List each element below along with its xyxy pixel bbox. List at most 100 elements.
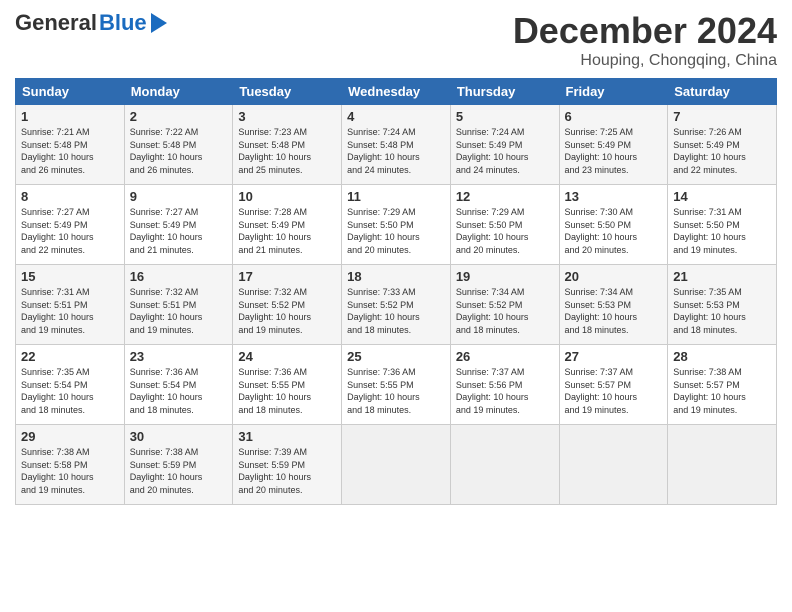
month-title: December 2024 xyxy=(513,10,777,52)
col-monday: Monday xyxy=(124,79,233,105)
day-info: Sunrise: 7:22 AMSunset: 5:48 PMDaylight:… xyxy=(130,126,228,176)
calendar-day-cell: 9 Sunrise: 7:27 AMSunset: 5:49 PMDaylight… xyxy=(124,185,233,265)
calendar-day-cell: 23 Sunrise: 7:36 AMSunset: 5:54 PMDayligh… xyxy=(124,345,233,425)
calendar-day-cell: 11Sunrise: 7:29 AMSunset: 5:50 PMDayligh… xyxy=(342,185,451,265)
day-number: 22 xyxy=(21,349,119,364)
day-info: Sunrise: 7:29 AMSunset: 5:50 PMDaylight:… xyxy=(456,206,554,256)
day-number: 7 xyxy=(673,109,771,124)
calendar-day-cell: 24 Sunrise: 7:36 AMSunset: 5:55 PMDayligh… xyxy=(233,345,342,425)
day-number: 23 xyxy=(130,349,228,364)
col-wednesday: Wednesday xyxy=(342,79,451,105)
col-tuesday: Tuesday xyxy=(233,79,342,105)
day-number: 12 xyxy=(456,189,554,204)
calendar-week-row: 15 Sunrise: 7:31 AMSunset: 5:51 PMDayligh… xyxy=(16,265,777,345)
day-number: 15 xyxy=(21,269,119,284)
day-info: Sunrise: 7:30 AMSunset: 5:50 PMDaylight:… xyxy=(565,206,663,256)
day-number: 3 xyxy=(238,109,336,124)
calendar-day-cell: 29Sunrise: 7:38 AMSunset: 5:58 PMDayligh… xyxy=(16,425,125,505)
day-info: Sunrise: 7:37 AMSunset: 5:57 PMDaylight:… xyxy=(565,366,663,416)
calendar-day-cell xyxy=(450,425,559,505)
logo-general-text: General xyxy=(15,10,97,36)
day-info: Sunrise: 7:38 AMSunset: 5:59 PMDaylight:… xyxy=(130,446,228,496)
day-info: Sunrise: 7:31 AMSunset: 5:51 PMDaylight:… xyxy=(21,286,119,336)
day-number: 17 xyxy=(238,269,336,284)
day-number: 21 xyxy=(673,269,771,284)
day-info: Sunrise: 7:34 AMSunset: 5:52 PMDaylight:… xyxy=(456,286,554,336)
calendar-day-cell: 28 Sunrise: 7:38 AMSunset: 5:57 PMDayligh… xyxy=(668,345,777,425)
col-sunday: Sunday xyxy=(16,79,125,105)
calendar-day-cell: 14 Sunrise: 7:31 AMSunset: 5:50 PMDayligh… xyxy=(668,185,777,265)
day-number: 24 xyxy=(238,349,336,364)
logo-arrow-icon xyxy=(151,13,167,33)
day-info: Sunrise: 7:27 AMSunset: 5:49 PMDaylight:… xyxy=(21,206,119,256)
calendar-day-cell: 2 Sunrise: 7:22 AMSunset: 5:48 PMDaylight… xyxy=(124,105,233,185)
calendar-day-cell: 4 Sunrise: 7:24 AMSunset: 5:48 PMDaylight… xyxy=(342,105,451,185)
calendar-day-cell: 17 Sunrise: 7:32 AMSunset: 5:52 PMDayligh… xyxy=(233,265,342,345)
day-number: 16 xyxy=(130,269,228,284)
calendar-day-cell: 12 Sunrise: 7:29 AMSunset: 5:50 PMDayligh… xyxy=(450,185,559,265)
day-info: Sunrise: 7:28 AMSunset: 5:49 PMDaylight:… xyxy=(238,206,336,256)
calendar-day-cell: 21 Sunrise: 7:35 AMSunset: 5:53 PMDayligh… xyxy=(668,265,777,345)
day-info: Sunrise: 7:25 AMSunset: 5:49 PMDaylight:… xyxy=(565,126,663,176)
calendar-day-cell: 8Sunrise: 7:27 AMSunset: 5:49 PMDaylight… xyxy=(16,185,125,265)
calendar-day-cell: 19 Sunrise: 7:34 AMSunset: 5:52 PMDayligh… xyxy=(450,265,559,345)
calendar-week-row: 1 Sunrise: 7:21 AMSunset: 5:48 PMDaylight… xyxy=(16,105,777,185)
day-info: Sunrise: 7:31 AMSunset: 5:50 PMDaylight:… xyxy=(673,206,771,256)
day-info: Sunrise: 7:38 AMSunset: 5:58 PMDaylight:… xyxy=(21,446,119,496)
day-number: 26 xyxy=(456,349,554,364)
header: General Blue December 2024 Houping, Chon… xyxy=(15,10,777,70)
calendar-week-row: 22Sunrise: 7:35 AMSunset: 5:54 PMDayligh… xyxy=(16,345,777,425)
title-section: December 2024 Houping, Chongqing, China xyxy=(513,10,777,70)
location-subtitle: Houping, Chongqing, China xyxy=(513,52,777,70)
calendar-table: Sunday Monday Tuesday Wednesday Thursday… xyxy=(15,78,777,505)
calendar-day-cell xyxy=(342,425,451,505)
day-info: Sunrise: 7:35 AMSunset: 5:53 PMDaylight:… xyxy=(673,286,771,336)
day-number: 2 xyxy=(130,109,228,124)
col-saturday: Saturday xyxy=(668,79,777,105)
day-info: Sunrise: 7:36 AMSunset: 5:55 PMDaylight:… xyxy=(238,366,336,416)
day-info: Sunrise: 7:33 AMSunset: 5:52 PMDaylight:… xyxy=(347,286,445,336)
calendar-day-cell: 7Sunrise: 7:26 AMSunset: 5:49 PMDaylight… xyxy=(668,105,777,185)
calendar-day-cell xyxy=(668,425,777,505)
calendar-day-cell: 5 Sunrise: 7:24 AMSunset: 5:49 PMDaylight… xyxy=(450,105,559,185)
calendar-day-cell: 16Sunrise: 7:32 AMSunset: 5:51 PMDayligh… xyxy=(124,265,233,345)
day-info: Sunrise: 7:32 AMSunset: 5:52 PMDaylight:… xyxy=(238,286,336,336)
day-number: 10 xyxy=(238,189,336,204)
calendar-day-cell: 10 Sunrise: 7:28 AMSunset: 5:49 PMDayligh… xyxy=(233,185,342,265)
logo: General Blue xyxy=(15,10,167,36)
day-info: Sunrise: 7:24 AMSunset: 5:48 PMDaylight:… xyxy=(347,126,445,176)
day-number: 11 xyxy=(347,189,445,204)
day-info: Sunrise: 7:23 AMSunset: 5:48 PMDaylight:… xyxy=(238,126,336,176)
day-number: 1 xyxy=(21,109,119,124)
day-number: 19 xyxy=(456,269,554,284)
calendar-week-row: 29Sunrise: 7:38 AMSunset: 5:58 PMDayligh… xyxy=(16,425,777,505)
day-number: 14 xyxy=(673,189,771,204)
calendar-day-cell: 22Sunrise: 7:35 AMSunset: 5:54 PMDayligh… xyxy=(16,345,125,425)
page-container: General Blue December 2024 Houping, Chon… xyxy=(0,0,792,612)
day-number: 9 xyxy=(130,189,228,204)
day-number: 31 xyxy=(238,429,336,444)
day-number: 5 xyxy=(456,109,554,124)
calendar-day-cell: 30Sunrise: 7:38 AMSunset: 5:59 PMDayligh… xyxy=(124,425,233,505)
day-number: 28 xyxy=(673,349,771,364)
col-thursday: Thursday xyxy=(450,79,559,105)
col-friday: Friday xyxy=(559,79,668,105)
day-number: 27 xyxy=(565,349,663,364)
calendar-day-cell: 3 Sunrise: 7:23 AMSunset: 5:48 PMDaylight… xyxy=(233,105,342,185)
day-info: Sunrise: 7:36 AMSunset: 5:55 PMDaylight:… xyxy=(347,366,445,416)
day-info: Sunrise: 7:39 AMSunset: 5:59 PMDaylight:… xyxy=(238,446,336,496)
calendar-day-cell: 13Sunrise: 7:30 AMSunset: 5:50 PMDayligh… xyxy=(559,185,668,265)
day-info: Sunrise: 7:38 AMSunset: 5:57 PMDaylight:… xyxy=(673,366,771,416)
day-info: Sunrise: 7:24 AMSunset: 5:49 PMDaylight:… xyxy=(456,126,554,176)
day-info: Sunrise: 7:27 AMSunset: 5:49 PMDaylight:… xyxy=(130,206,228,256)
day-number: 4 xyxy=(347,109,445,124)
calendar-day-cell: 31 Sunrise: 7:39 AMSunset: 5:59 PMDayligh… xyxy=(233,425,342,505)
day-number: 20 xyxy=(565,269,663,284)
calendar-header-row: Sunday Monday Tuesday Wednesday Thursday… xyxy=(16,79,777,105)
logo-blue-text: Blue xyxy=(99,10,147,36)
calendar-day-cell: 26Sunrise: 7:37 AMSunset: 5:56 PMDayligh… xyxy=(450,345,559,425)
calendar-day-cell: 18Sunrise: 7:33 AMSunset: 5:52 PMDayligh… xyxy=(342,265,451,345)
day-info: Sunrise: 7:21 AMSunset: 5:48 PMDaylight:… xyxy=(21,126,119,176)
day-info: Sunrise: 7:36 AMSunset: 5:54 PMDaylight:… xyxy=(130,366,228,416)
calendar-day-cell xyxy=(559,425,668,505)
